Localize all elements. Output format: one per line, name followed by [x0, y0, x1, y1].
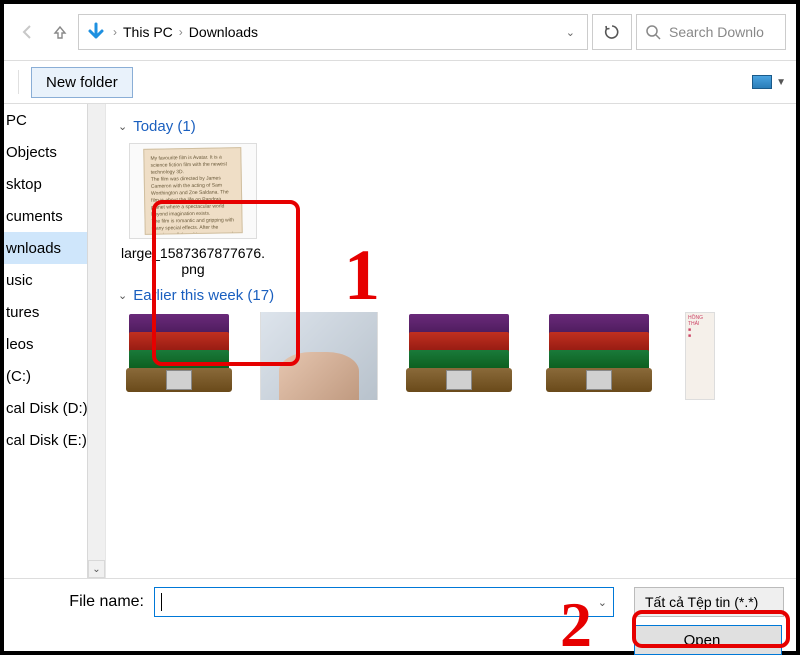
search-icon: [645, 24, 661, 40]
filename-label: File name:: [14, 593, 144, 611]
file-item[interactable]: [400, 312, 518, 400]
file-thumbnail: My favourite film is Avatar. It is a sci…: [129, 143, 257, 239]
address-path[interactable]: › This PC › Downloads ⌄: [78, 14, 588, 50]
chevron-down-icon[interactable]: ⌄: [598, 596, 607, 609]
group-today-header[interactable]: ⌄ Today (1): [118, 118, 788, 135]
down-arrow-icon: [85, 21, 107, 43]
chevron-right-icon: ›: [113, 25, 117, 39]
sidebar-scrollbar[interactable]: ⌄: [87, 104, 105, 578]
file-item[interactable]: [260, 312, 378, 400]
nav-back-icon[interactable]: [14, 18, 42, 46]
sidebar-item[interactable]: cuments: [4, 200, 88, 232]
group-earlier-label: Earlier this week (17): [133, 287, 274, 304]
sidebar-item[interactable]: PC: [4, 104, 88, 136]
search-input[interactable]: Search Downlo: [636, 14, 786, 50]
new-folder-button[interactable]: New folder: [31, 67, 133, 98]
sidebar: PC Objectssktopcumentswnloadsusicturesle…: [4, 104, 106, 578]
filename-input[interactable]: ⌄: [154, 587, 614, 617]
file-thumbnail: [400, 312, 518, 400]
open-button[interactable]: Open: [634, 625, 782, 655]
group-today-label: Today (1): [133, 118, 196, 135]
sidebar-item[interactable]: usic: [4, 264, 88, 296]
file-content-area: ⌄ Today (1) My favourite film is Avatar.…: [106, 104, 796, 578]
chevron-down-icon: ⌄: [118, 120, 127, 133]
path-segment-downloads[interactable]: Downloads: [189, 24, 258, 40]
sidebar-item[interactable]: Objects: [4, 136, 88, 168]
file-item-large-png[interactable]: My favourite film is Avatar. It is a sci…: [120, 143, 266, 277]
view-mode-icon[interactable]: [752, 75, 772, 89]
sidebar-item[interactable]: tures: [4, 296, 88, 328]
chevron-right-icon: ›: [179, 25, 183, 39]
nav-up-icon[interactable]: [46, 18, 74, 46]
sidebar-item[interactable]: wnloads: [4, 232, 88, 264]
refresh-button[interactable]: [592, 14, 632, 50]
group-earlier-header[interactable]: ⌄ Earlier this week (17): [118, 287, 788, 304]
chevron-down-icon[interactable]: ▼: [776, 77, 786, 88]
file-thumbnail: [260, 312, 378, 400]
file-thumbnail: HỒNG THÁI■■: [641, 312, 759, 400]
file-label: large_1587367877676.png: [120, 245, 266, 277]
file-item[interactable]: [120, 312, 238, 400]
sidebar-item[interactable]: cal Disk (E:): [4, 424, 88, 456]
sidebar-item[interactable]: sktop: [4, 168, 88, 200]
chevron-down-icon: ⌄: [118, 289, 127, 302]
chevron-down-icon[interactable]: ⌄: [560, 26, 581, 39]
search-placeholder: Search Downlo: [669, 24, 764, 40]
filetype-dropdown[interactable]: Tất cả Tệp tin (*.*): [634, 587, 784, 617]
path-segment-this-pc[interactable]: This PC: [123, 24, 173, 40]
sidebar-item[interactable]: leos: [4, 328, 88, 360]
file-item[interactable]: HỒNG THÁI■■: [680, 312, 720, 400]
sidebar-item[interactable]: cal Disk (D:): [4, 392, 88, 424]
file-thumbnail: [540, 312, 658, 400]
file-thumbnail: [120, 312, 238, 400]
sidebar-item[interactable]: (C:): [4, 360, 88, 392]
scroll-down-icon[interactable]: ⌄: [88, 560, 105, 578]
file-item[interactable]: [540, 312, 658, 400]
